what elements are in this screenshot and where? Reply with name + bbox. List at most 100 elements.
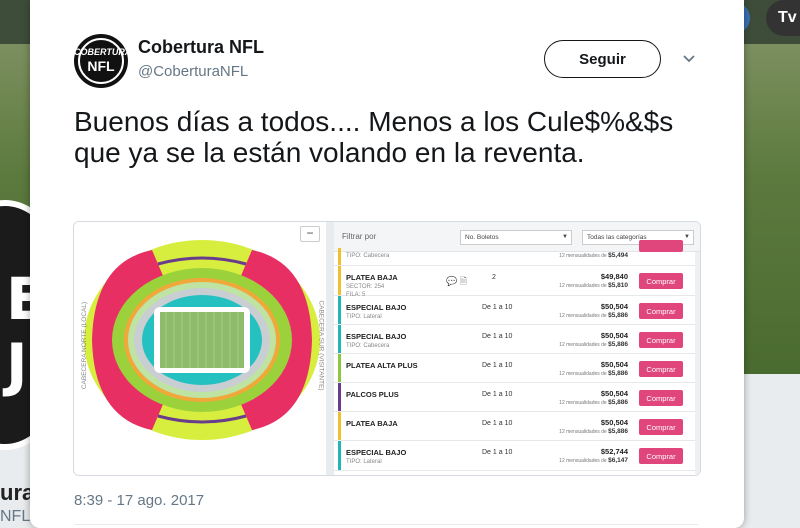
installment-value: $5,886 — [608, 370, 628, 377]
ticket-row: TIPO: Cabecera 12 mensualidades de $5,494 — [334, 240, 700, 266]
buy-button[interactable]: Comprar — [639, 419, 683, 435]
ticket-installments: 12 mensualidades de $5,886 — [530, 312, 628, 319]
ticket-row: PLATEA ALTA PLUS De 1 a 10 $50,504 12 mensu… — [334, 354, 700, 383]
panel-separator — [326, 222, 334, 475]
ticket-list: Filtrar por No. Boletos ▼ Todas las categ… — [334, 222, 700, 475]
installment-prefix: 12 mensualidades de — [559, 283, 607, 289]
ticket-quantity: De 1 a 10 — [482, 391, 513, 398]
follow-button[interactable]: Seguir — [544, 40, 661, 78]
buy-button[interactable]: Comprar — [639, 332, 683, 348]
map-field — [160, 312, 244, 368]
category-color-bar — [338, 325, 341, 353]
ticket-details: TIPO: Cabecera — [346, 253, 390, 259]
buy-button[interactable]: Comprar — [639, 303, 683, 319]
ticket-price: $49,840 — [600, 272, 628, 281]
ticket-section: ESPECIAL BAJO — [346, 332, 407, 341]
select-arrow-icon: ▼ — [562, 234, 568, 240]
tweet-timestamp[interactable]: 8:39 - 17 ago. 2017 — [74, 492, 204, 509]
ticket-section: PLATEA BAJA — [346, 273, 398, 282]
account-name[interactable]: Cobertura NFL — [138, 37, 264, 58]
stadium-map: − CABECERA NORTE (LOCAL) CABECERA SUR (V… — [74, 222, 326, 475]
divider — [74, 524, 698, 525]
installment-value: $6,147 — [608, 457, 628, 464]
ticket-price: $50,504 — [600, 331, 628, 340]
ticket-installments: 12 mensualidades de $5,494 — [530, 252, 628, 259]
ticket-section: ESPECIAL BAJO — [346, 303, 407, 312]
category-color-bar — [338, 266, 341, 295]
ticket-details: TIPO: Cabecera — [346, 343, 390, 349]
installment-value: $5,886 — [608, 312, 628, 319]
ticket-section: PLATEA BAJA — [346, 419, 398, 428]
installment-value: $5,886 — [608, 399, 628, 406]
background-header-button: Tv — [766, 0, 800, 36]
installment-value: $5,886 — [608, 341, 628, 348]
ticket-price: $52,744 — [600, 447, 628, 456]
buy-button[interactable]: Comprar — [639, 448, 683, 464]
buy-button[interactable]: Comprar — [639, 361, 683, 377]
ticket-row: ESPECIAL BAJO TIPO: Lateral De 1 a 10 $50,5… — [334, 296, 700, 325]
ticket-installments: 12 mensualidades de $5,810 — [530, 282, 628, 289]
buy-button[interactable]: Comprar — [639, 390, 683, 406]
ticket-installments: 12 mensualidades de $5,886 — [530, 370, 628, 377]
ticket-details: TIPO: Lateral — [346, 459, 382, 465]
map-label-south: CABECERA SUR (VISITANTE) — [317, 300, 325, 391]
ticket-installments: 12 mensualidades de $6,147 — [530, 457, 628, 464]
ticket-details: TIPO: Lateral — [346, 314, 382, 320]
ticket-price: $50,504 — [600, 389, 628, 398]
stadium-seating-map — [84, 240, 320, 440]
category-color-bar — [338, 354, 341, 382]
category-color-bar — [338, 412, 341, 440]
ticket-installments: 12 mensualidades de $5,886 — [530, 428, 628, 435]
installment-value: $5,494 — [608, 252, 628, 259]
tickets-select-value: No. Boletos — [465, 234, 499, 241]
ticket-price: $50,504 — [600, 302, 628, 311]
ticket-quantity: De 1 a 10 — [482, 362, 513, 369]
ticket-quantity: De 1 a 10 — [482, 304, 513, 311]
installment-prefix: 12 mensualidades de — [559, 253, 607, 259]
ticket-section: PALCOS PLUS — [346, 390, 399, 399]
ticket-price: $50,504 — [600, 360, 628, 369]
ticket-quantity: De 1 a 10 — [482, 449, 513, 456]
tweet-modal: COBERTURA NFL Cobertura NFL @CoberturaNF… — [30, 0, 744, 528]
account-avatar[interactable]: COBERTURA NFL — [74, 34, 128, 88]
ticket-quantity: 2 — [492, 274, 496, 281]
ticket-section: ESPECIAL BAJO — [346, 448, 407, 457]
ticket-installments: 12 mensualidades de $5,886 — [530, 341, 628, 348]
account-handle[interactable]: @CoberturaNFL — [138, 63, 248, 80]
ticket-price: $50,504 — [600, 418, 628, 427]
tickets-select[interactable]: No. Boletos ▼ — [460, 230, 572, 245]
ticket-row: ESPECIAL BAJO TIPO: Cabecera De 1 a 10 $50,… — [334, 325, 700, 354]
ticket-row: PLATEA BAJA De 1 a 10 $50,504 12 mensualida… — [334, 412, 700, 441]
category-select-value: Todas las categorías — [587, 234, 647, 241]
installment-value: $5,886 — [608, 428, 628, 435]
comment-and-document-icons[interactable]: 💬 🗎 — [446, 274, 467, 290]
filter-label: Filtrar por — [342, 232, 377, 241]
ticket-row: ESPECIAL BAJO TIPO: Lateral De 1 a 10 $52,7… — [334, 441, 700, 471]
ticket-quantity: De 1 a 10 — [482, 333, 513, 340]
ticket-section: PLATEA ALTA PLUS — [346, 361, 418, 370]
installment-prefix: 12 mensualidades de — [559, 400, 607, 406]
tweet-text: Buenos días a todos.... Menos a los Cule… — [74, 106, 674, 168]
installment-prefix: 12 mensualidades de — [559, 371, 607, 377]
category-color-bar — [338, 296, 341, 324]
background-profile-handle: NFL — [0, 508, 31, 525]
installment-prefix: 12 mensualidades de — [559, 429, 607, 435]
ticket-installments: 12 mensualidades de $5,886 — [530, 399, 628, 406]
buy-button-partial[interactable] — [639, 240, 683, 252]
list-scrollbar[interactable] — [695, 252, 700, 474]
avatar-logo-line2: NFL — [87, 58, 115, 74]
map-label-north: CABECERA NORTE (LOCAL) — [81, 301, 89, 390]
select-arrow-icon: ▼ — [684, 234, 690, 240]
map-collapse-button[interactable]: − — [300, 226, 320, 242]
category-color-bar — [338, 383, 341, 411]
category-color-bar — [338, 248, 341, 265]
avatar-logo-line1: COBERTURA — [74, 47, 128, 57]
tweet-image[interactable]: − CABECERA NORTE (LOCAL) CABECERA SUR (V… — [73, 221, 701, 476]
installment-value: $5,810 — [608, 282, 628, 289]
installment-prefix: 12 mensualidades de — [559, 342, 607, 348]
buy-button[interactable]: Comprar — [639, 273, 683, 289]
installment-prefix: 12 mensualidades de — [559, 458, 607, 464]
chevron-down-icon[interactable] — [680, 50, 698, 68]
ticket-quantity: De 1 a 10 — [482, 420, 513, 427]
ticket-row: PLATEA BAJA SECTOR: 254 FILA: 5 2 $49,840 12… — [334, 266, 700, 298]
